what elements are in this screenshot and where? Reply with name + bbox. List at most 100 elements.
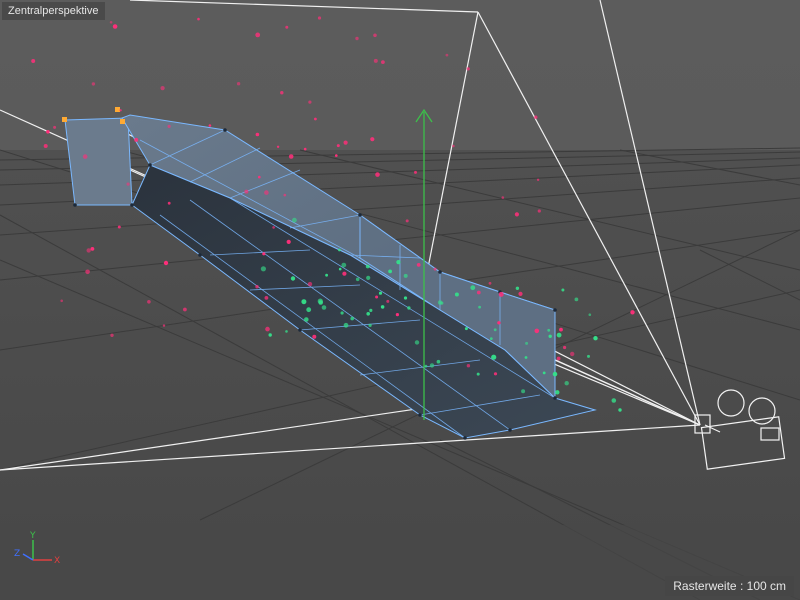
particle-magenta (31, 59, 36, 63)
particle-magenta (536, 178, 540, 181)
particle-green (342, 271, 347, 276)
viewport-scene[interactable] (0, 0, 800, 600)
particle-green (525, 341, 529, 345)
particle-green (338, 248, 341, 252)
particle-green (424, 364, 428, 368)
particle-green (321, 305, 327, 310)
particle-green (611, 398, 617, 403)
particle-green (559, 327, 563, 332)
3d-viewport[interactable]: Zentralperspektive Rasterweite : 100 cm … (0, 0, 800, 600)
particle-green (570, 351, 575, 357)
particle-green (437, 300, 443, 305)
particle-green (630, 310, 635, 315)
particle-magenta (90, 247, 95, 251)
particle-magenta (264, 190, 269, 195)
particle-green (491, 354, 497, 360)
particle-green (306, 307, 312, 313)
particle-green (534, 328, 540, 334)
particle-green (563, 345, 567, 350)
particle-green (285, 330, 288, 333)
particle-green (338, 267, 342, 271)
particle-green (470, 285, 476, 291)
particle-magenta (119, 109, 122, 112)
axis-label-y: Y (29, 531, 36, 541)
mesh-front-panel[interactable] (64, 117, 133, 206)
particle-green (414, 340, 420, 345)
grid-size-readout: Rasterweite : 100 cm (665, 576, 794, 596)
particle-green (556, 332, 562, 338)
particle-magenta (255, 32, 261, 38)
particle-magenta (162, 324, 166, 327)
particle-green (618, 408, 622, 412)
particle-magenta (255, 285, 259, 289)
particle-green (341, 262, 347, 268)
viewport-title[interactable]: Zentralperspektive (2, 2, 105, 20)
particle-magenta (303, 147, 307, 151)
particle-green (466, 364, 471, 368)
particle-green (574, 297, 579, 302)
particle-magenta (112, 24, 118, 29)
particle-magenta (82, 154, 88, 159)
particle-green (318, 300, 324, 305)
particle-green (555, 390, 560, 395)
particle-magenta (265, 326, 270, 332)
particle-green (588, 313, 592, 317)
particle-magenta (501, 196, 505, 199)
particle-green (561, 288, 565, 292)
particle-green (378, 291, 383, 295)
particle-magenta (314, 117, 317, 121)
particle-green (476, 372, 480, 376)
particle-green (396, 260, 401, 265)
particle-magenta (91, 82, 96, 86)
particle-magenta (244, 189, 249, 194)
particle-green (498, 291, 504, 297)
particle-green (493, 372, 498, 376)
particle-green (436, 359, 441, 364)
particle-magenta (452, 144, 455, 148)
particle-green (593, 336, 598, 341)
particle-green (304, 317, 309, 322)
particle-magenta (534, 115, 538, 119)
particle-magenta (373, 33, 377, 38)
particle-green (365, 264, 370, 269)
particle-green (325, 273, 328, 277)
particle-magenta (445, 53, 449, 57)
particle-green (380, 305, 385, 309)
particle-magenta (262, 252, 266, 256)
particle-green (366, 275, 371, 280)
particle-magenta (126, 182, 130, 186)
particle-green (350, 316, 355, 321)
particle-magenta (466, 67, 470, 71)
particle-magenta (335, 154, 338, 157)
particle-magenta (286, 239, 291, 244)
particle-magenta (343, 140, 348, 145)
particle-magenta (285, 25, 289, 29)
particle-green (403, 296, 408, 300)
particle-green (272, 226, 275, 229)
particle-green (556, 356, 561, 361)
particle-green (388, 269, 392, 274)
particle-green (564, 381, 569, 386)
particle-green (355, 277, 360, 282)
particle-magenta (288, 154, 294, 159)
particle-magenta (264, 296, 269, 300)
particle-magenta (283, 193, 287, 197)
particle-magenta (236, 82, 241, 86)
particle-green (290, 276, 296, 281)
particle-magenta (312, 334, 317, 339)
particle-green (478, 305, 481, 309)
grid-size-label: Rasterweite (673, 579, 737, 593)
particle-green (433, 267, 437, 271)
particle-magenta (134, 137, 139, 142)
particle-green (368, 323, 372, 327)
grid-size-value: 100 cm (746, 579, 786, 593)
particle-magenta (117, 225, 121, 229)
particle-green (524, 356, 528, 359)
particle-green (369, 308, 373, 312)
particle-green (403, 273, 408, 278)
particle-magenta (86, 248, 91, 253)
particle-green (548, 334, 552, 338)
particle-magenta (405, 219, 409, 223)
grid-size-separator: : (739, 579, 744, 593)
particle-magenta (258, 175, 261, 179)
